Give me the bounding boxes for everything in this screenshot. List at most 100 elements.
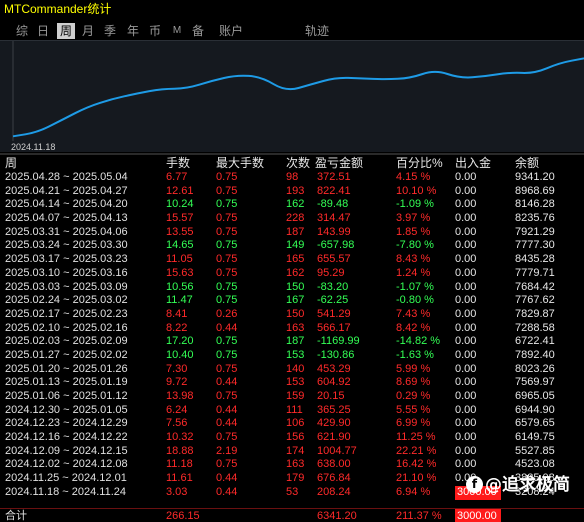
cell-lots: 7.56 xyxy=(166,417,188,430)
equity-chart-panel: 2024.11.18 xyxy=(0,40,584,152)
tab-year[interactable]: 年 xyxy=(125,23,141,39)
cell-deposit: 0.00 xyxy=(455,321,477,334)
col-header-max-lots[interactable]: 最大手数 xyxy=(216,156,264,170)
cell-period: 2024.12.16 ~ 2024.12.22 xyxy=(5,431,128,444)
cell-lots: 7.30 xyxy=(166,362,188,375)
cell-lots: 6.77 xyxy=(166,171,188,183)
cell-lots: 11.47 xyxy=(166,294,193,307)
cell-pnl: 604.92 xyxy=(317,376,351,389)
cell-pct: -0.80 % xyxy=(396,294,434,307)
tab-m[interactable]: M xyxy=(170,23,184,39)
cell-balance: 7779.71 xyxy=(515,266,555,279)
table-row[interactable]: 2025.01.20 ~ 2025.01.26 7.30 0.75 140 453.29… xyxy=(0,363,584,377)
total-label: 合计 xyxy=(5,510,27,522)
cell-pct: 11.25 % xyxy=(396,431,436,444)
cell-deposit: 0.00 xyxy=(455,171,477,183)
cell-pct: -1.09 % xyxy=(396,198,434,211)
cell-lots: 8.41 xyxy=(166,307,188,320)
tab-week[interactable]: 周 xyxy=(57,23,75,39)
cell-trades: 153 xyxy=(286,376,305,389)
cell-max-lots: 0.75 xyxy=(216,294,238,307)
equity-chart xyxy=(12,41,584,141)
total-lots: 266.15 xyxy=(166,510,200,522)
cell-pnl: 314.47 xyxy=(317,212,351,225)
cell-pct: 22.21 % xyxy=(396,444,437,457)
cell-balance: 7767.62 xyxy=(515,294,555,307)
table-row[interactable]: 2025.03.31 ~ 2025.04.06 13.55 0.75 187 143.9… xyxy=(0,226,584,240)
cell-pnl: 621.90 xyxy=(317,431,351,444)
cell-period: 2025.04.07 ~ 2025.04.13 xyxy=(5,212,128,225)
cell-lots: 13.55 xyxy=(166,225,194,238)
tab-day[interactable]: 日 xyxy=(35,23,51,39)
cell-lots: 9.72 xyxy=(166,376,188,389)
cell-balance: 7684.42 xyxy=(515,280,555,293)
tab-account[interactable]: 账户 xyxy=(217,23,245,39)
title-bar: MTCommander统计 xyxy=(0,0,584,18)
total-row: 合计 266.15 6341.20 211.37 % 3000.00 xyxy=(0,508,584,522)
table-row[interactable]: 2025.04.14 ~ 2025.04.20 10.24 0.75 162 -89.4… xyxy=(0,198,584,212)
cell-deposit: 0.00 xyxy=(455,417,477,430)
col-header-pct[interactable]: 百分比% xyxy=(396,156,443,170)
tab-currency[interactable]: 币 xyxy=(147,23,163,39)
table-row[interactable]: 2025.03.10 ~ 2025.03.16 15.63 0.75 162 95.29… xyxy=(0,267,584,281)
cell-trades: 193 xyxy=(286,184,305,197)
cell-pnl: 208.24 xyxy=(317,485,351,498)
table-row[interactable]: 2025.03.03 ~ 2025.03.09 10.56 0.75 150 -83.2… xyxy=(0,281,584,295)
table-row[interactable]: 2025.04.21 ~ 2025.04.27 12.61 0.75 193 822.4… xyxy=(0,185,584,199)
table-row[interactable]: 2024.12.02 ~ 2024.12.08 11.18 0.75 163 638.0… xyxy=(0,458,584,472)
cell-balance: 7829.87 xyxy=(515,307,555,320)
tab-overview[interactable]: 综 xyxy=(14,23,30,39)
col-header-deposit[interactable]: 出入金 xyxy=(455,156,491,170)
cell-pnl: -1169.99 xyxy=(317,335,360,348)
cell-pnl: 541.29 xyxy=(317,307,351,320)
col-header-trades[interactable]: 次数 xyxy=(286,156,310,170)
table-row[interactable]: 2025.03.17 ~ 2025.03.23 11.05 0.75 165 655.5… xyxy=(0,253,584,267)
cell-balance: 6944.90 xyxy=(515,403,555,416)
col-header-lots[interactable]: 手数 xyxy=(166,156,190,170)
cell-max-lots: 0.75 xyxy=(216,266,238,279)
cell-trades: 156 xyxy=(286,431,305,444)
cell-lots: 8.22 xyxy=(166,321,188,334)
col-header-period[interactable]: 周 xyxy=(5,156,17,170)
cell-trades: 150 xyxy=(286,307,305,320)
tab-quarter[interactable]: 季 xyxy=(102,23,118,39)
tab-backup[interactable]: 备 xyxy=(190,23,206,39)
table-row[interactable]: 2024.12.16 ~ 2024.12.22 10.32 0.75 156 621.9… xyxy=(0,431,584,445)
cell-lots: 17.20 xyxy=(166,335,194,348)
table-row[interactable]: 2025.02.10 ~ 2025.02.16 8.22 0.44 163 566.17… xyxy=(0,322,584,336)
cell-period: 2025.04.28 ~ 2025.05.04 xyxy=(5,171,128,183)
cell-max-lots: 0.75 xyxy=(216,171,238,183)
table-row[interactable]: 2024.12.09 ~ 2024.12.15 18.88 2.19 174 1004.… xyxy=(0,445,584,459)
table-row[interactable]: 2024.12.30 ~ 2025.01.05 6.24 0.44 111 365.25… xyxy=(0,404,584,418)
cell-deposit: 0.00 xyxy=(455,212,477,225)
cell-deposit: 0.00 xyxy=(455,362,477,375)
table-row[interactable]: 2025.04.07 ~ 2025.04.13 15.57 0.75 228 314.4… xyxy=(0,212,584,226)
cell-pct: 1.85 % xyxy=(396,225,431,238)
table-row[interactable]: 2025.01.06 ~ 2025.01.12 13.98 0.75 159 20.15… xyxy=(0,390,584,404)
col-header-pnl[interactable]: 盈亏金额 xyxy=(315,156,363,170)
col-header-balance[interactable]: 余额 xyxy=(515,156,539,170)
table-row[interactable]: 2025.01.27 ~ 2025.02.02 10.40 0.75 153 -130.… xyxy=(0,349,584,363)
table-row[interactable]: 2025.02.24 ~ 2025.03.02 11.47 0.75 167 -62.2… xyxy=(0,294,584,308)
table-row[interactable]: 2024.12.23 ~ 2024.12.29 7.56 0.44 106 429.90… xyxy=(0,417,584,431)
cell-period: 2025.01.27 ~ 2025.02.02 xyxy=(5,348,128,361)
cell-trades: 98 xyxy=(286,171,299,183)
table-row[interactable]: 2025.02.17 ~ 2025.02.23 8.41 0.26 150 541.29… xyxy=(0,308,584,322)
cell-pct: 5.55 % xyxy=(396,403,431,416)
cell-lots: 18.88 xyxy=(166,444,194,457)
cell-lots: 15.57 xyxy=(166,212,194,225)
table-row[interactable]: 2025.02.03 ~ 2025.02.09 17.20 0.75 187 -1169… xyxy=(0,335,584,349)
cell-lots: 10.32 xyxy=(166,431,194,444)
table-row[interactable]: 2025.01.13 ~ 2025.01.19 9.72 0.44 153 604.92… xyxy=(0,376,584,390)
tab-trajectory[interactable]: 轨迹 xyxy=(303,23,331,39)
app-title: MTCommander统计 xyxy=(4,2,112,16)
cell-period: 2025.03.10 ~ 2025.03.16 xyxy=(5,266,128,279)
cell-pnl: -657.98 xyxy=(317,239,355,252)
table-row[interactable]: 2025.03.24 ~ 2025.03.30 14.65 0.75 149 -657.… xyxy=(0,239,584,253)
tab-month[interactable]: 月 xyxy=(80,23,96,39)
cell-max-lots: 0.75 xyxy=(216,280,238,293)
cell-lots: 12.61 xyxy=(166,184,194,197)
cell-pnl: -83.20 xyxy=(317,280,349,293)
cell-period: 2025.01.13 ~ 2025.01.19 xyxy=(5,376,128,389)
table-row[interactable]: 2025.04.28 ~ 2025.05.04 6.77 0.75 98 372.51 4… xyxy=(0,171,584,185)
